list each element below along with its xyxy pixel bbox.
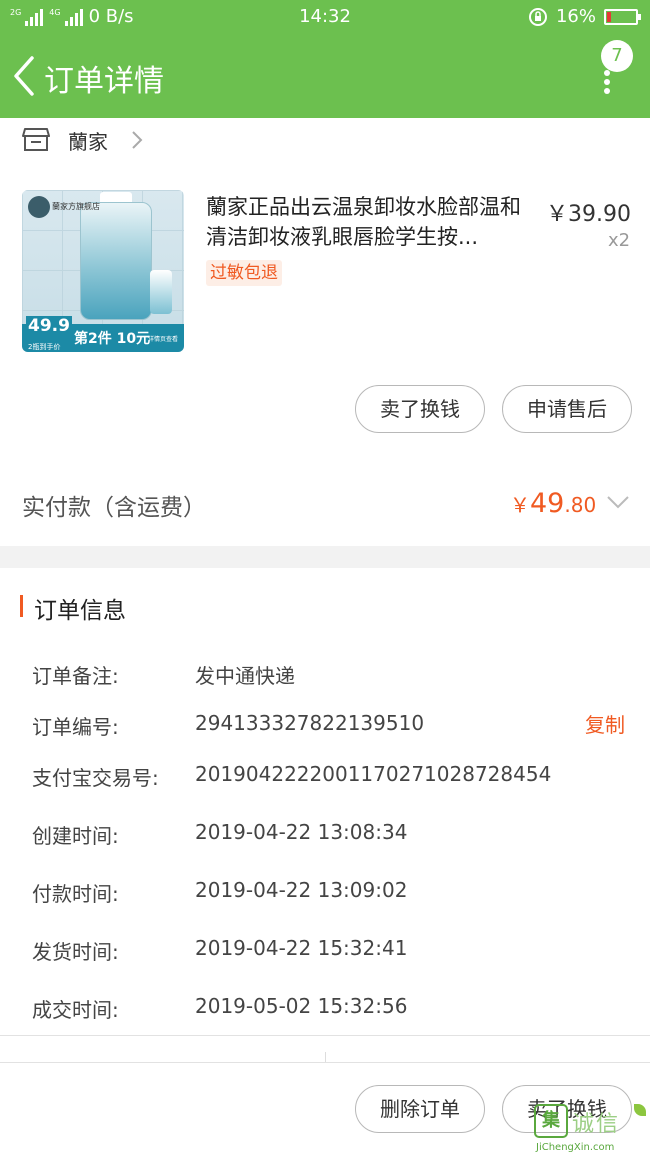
info-label-shipped: 发货时间: bbox=[32, 940, 119, 964]
status-right: 16% bbox=[528, 6, 641, 27]
divider-tick bbox=[325, 1052, 326, 1062]
currency-symbol: ￥ bbox=[510, 493, 530, 517]
shop-name[interactable]: 蘭家 bbox=[68, 126, 108, 155]
image-promo-price: 49.9 bbox=[26, 316, 72, 336]
sell-for-cash-button[interactable]: 卖了换钱 bbox=[355, 385, 485, 433]
image-promo-deal: 第2件 10元 bbox=[74, 331, 151, 347]
info-label-created: 创建时间: bbox=[32, 824, 119, 848]
divider bbox=[0, 1035, 650, 1036]
section-separator bbox=[0, 546, 650, 568]
info-label-remark: 订单备注: bbox=[32, 664, 119, 688]
amount-integer: 49 bbox=[530, 488, 565, 519]
watermark: 集 诚信 JiChengXin.com bbox=[534, 1104, 650, 1155]
image-promo-sub: 2瓶到手价 bbox=[28, 343, 61, 351]
image-store-label: 蘭家方旗舰店 bbox=[52, 202, 100, 211]
product-title[interactable]: 蘭家正品出云温泉卸妆水脸部温和清洁卸妆液乳眼唇脸学生按... bbox=[206, 192, 538, 252]
product-image[interactable]: 蘭家方旗舰店 49.9 2瓶到手价 第2件 10元 详情页查看 bbox=[22, 190, 184, 352]
after-sale-button[interactable]: 申请售后 bbox=[502, 385, 632, 433]
info-value-alipay-no: 2019042222001170271028728454 bbox=[195, 762, 552, 786]
watermark-url: JiChengXin.com bbox=[536, 1142, 615, 1153]
back-arrow-icon[interactable] bbox=[10, 56, 40, 96]
delete-order-button[interactable]: 删除订单 bbox=[355, 1085, 485, 1133]
product-price: ￥39.90 bbox=[546, 202, 631, 227]
copy-order-no-button[interactable]: 复制 bbox=[585, 709, 625, 738]
chevron-right-icon bbox=[132, 131, 143, 149]
info-label-paid: 付款时间: bbox=[32, 882, 119, 906]
info-value-order-no: 294133327822139510 bbox=[195, 711, 425, 735]
chevron-down-icon[interactable] bbox=[606, 494, 630, 510]
info-value-completed: 2019-05-02 15:32:56 bbox=[195, 994, 408, 1018]
rotation-lock-icon bbox=[528, 7, 547, 26]
store-icon bbox=[22, 128, 50, 151]
shop-row[interactable]: 蘭家 bbox=[0, 118, 650, 162]
watermark-logo: 集 bbox=[534, 1104, 568, 1138]
leaf-icon bbox=[634, 1104, 646, 1116]
battery-percent: 16% bbox=[555, 6, 596, 27]
info-value-paid: 2019-04-22 13:09:02 bbox=[195, 878, 408, 902]
amount-decimal: .80 bbox=[564, 493, 597, 517]
paid-amount-label: 实付款（含运费） bbox=[22, 495, 206, 521]
watermark-text: 诚信 bbox=[572, 1112, 621, 1137]
battery-icon bbox=[604, 8, 641, 25]
product-quantity: x2 bbox=[608, 230, 631, 251]
paid-amount: ￥49.80 bbox=[510, 488, 596, 519]
bottom-bar-divider bbox=[0, 1062, 650, 1063]
section-accent-bar bbox=[20, 595, 23, 617]
page-title: 订单详情 bbox=[44, 64, 164, 99]
message-count-badge[interactable]: 7 bbox=[601, 40, 633, 72]
info-label-completed: 成交时间: bbox=[32, 998, 119, 1022]
info-value-created: 2019-04-22 13:08:34 bbox=[195, 820, 408, 844]
order-info-title: 订单信息 bbox=[34, 598, 126, 624]
allergy-return-tag: 过敏包退 bbox=[206, 260, 282, 286]
more-menu-icon[interactable] bbox=[602, 70, 612, 94]
info-value-shipped: 2019-04-22 15:32:41 bbox=[195, 936, 408, 960]
info-value-remark: 发中通快递 bbox=[195, 664, 295, 688]
battery-level bbox=[607, 11, 611, 22]
info-label-order-no: 订单编号: bbox=[32, 715, 119, 739]
image-promo-note: 详情页查看 bbox=[148, 336, 179, 343]
image-promo-banner: 49.9 2瓶到手价 第2件 10元 详情页查看 bbox=[22, 316, 184, 352]
info-label-alipay-no: 支付宝交易号: bbox=[32, 766, 159, 790]
status-bar: 2G 4G 0 B/s 14:32 16% bbox=[0, 0, 650, 34]
store-logo bbox=[28, 196, 50, 218]
